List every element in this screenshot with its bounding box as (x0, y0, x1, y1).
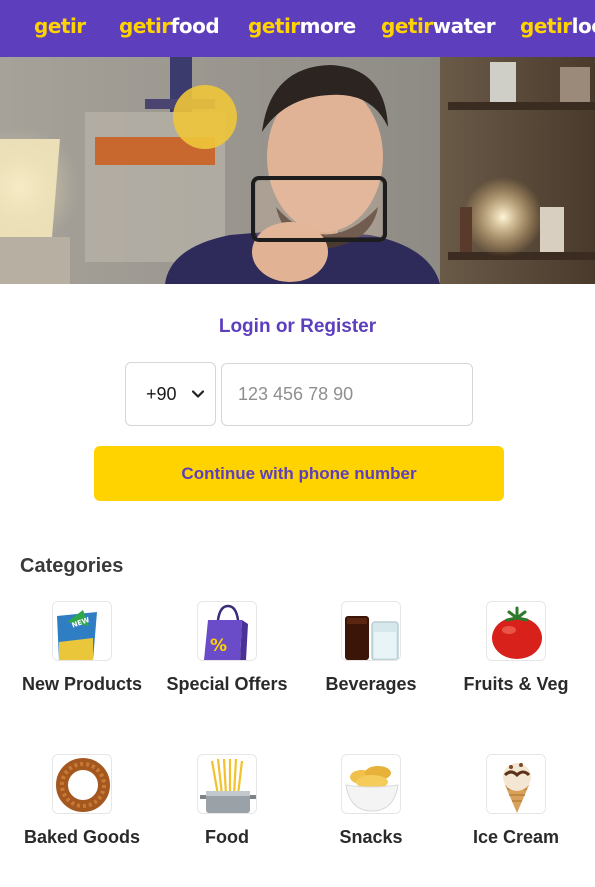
category-label: New Products (21, 674, 143, 694)
category-beverages[interactable]: Beverages (301, 601, 441, 694)
category-label: Fruits & Veg (463, 674, 569, 694)
svg-text:%: % (210, 636, 227, 656)
category-new-products[interactable]: NEW New Products (12, 601, 152, 694)
beverages-icon (341, 601, 401, 661)
category-baked-goods[interactable]: Baked Goods (12, 754, 152, 847)
category-snacks[interactable]: Snacks (301, 754, 441, 847)
phone-number-input[interactable] (221, 363, 473, 426)
category-label: Ice Cream (472, 827, 560, 847)
baked-goods-icon (52, 754, 112, 814)
category-label: Food (205, 827, 249, 847)
category-food[interactable]: Food (157, 754, 297, 847)
category-special-offers[interactable]: % Special Offers (157, 601, 297, 694)
categories-heading: Categories (20, 555, 124, 577)
continue-with-phone-button[interactable]: Continue with phone number (94, 446, 504, 501)
brand-link-getirlocals[interactable]: getirloc (520, 14, 595, 38)
brand-link-getirfood[interactable]: getirfood (119, 14, 220, 38)
fruits-veg-icon (486, 601, 546, 661)
category-label: Beverages (325, 674, 417, 694)
brand-link-getirwater[interactable]: getirwater (381, 14, 496, 38)
hero-banner (0, 57, 595, 284)
brand-link-getirmore[interactable]: getirmore (248, 14, 356, 38)
snacks-icon (341, 754, 401, 814)
category-label: Special Offers (166, 674, 288, 694)
category-label: Baked Goods (23, 827, 141, 847)
chevron-down-icon (191, 390, 205, 398)
food-icon (197, 754, 257, 814)
login-title: Login or Register (218, 316, 377, 337)
brand-nav-bar: getir getirfood getirmore getirwater get… (0, 0, 595, 57)
country-code-select[interactable]: +90 (125, 362, 216, 426)
category-label: Snacks (339, 827, 403, 847)
category-fruits-veg[interactable]: Fruits & Veg (446, 601, 586, 694)
brand-link-getir[interactable]: getir (34, 14, 86, 38)
special-offers-icon: % (197, 601, 257, 661)
hero-illustration (0, 57, 595, 284)
country-code-value: +90 (146, 383, 177, 404)
category-ice-cream[interactable]: Ice Cream (446, 754, 586, 847)
new-products-icon: NEW (52, 601, 112, 661)
ice-cream-icon (486, 754, 546, 814)
